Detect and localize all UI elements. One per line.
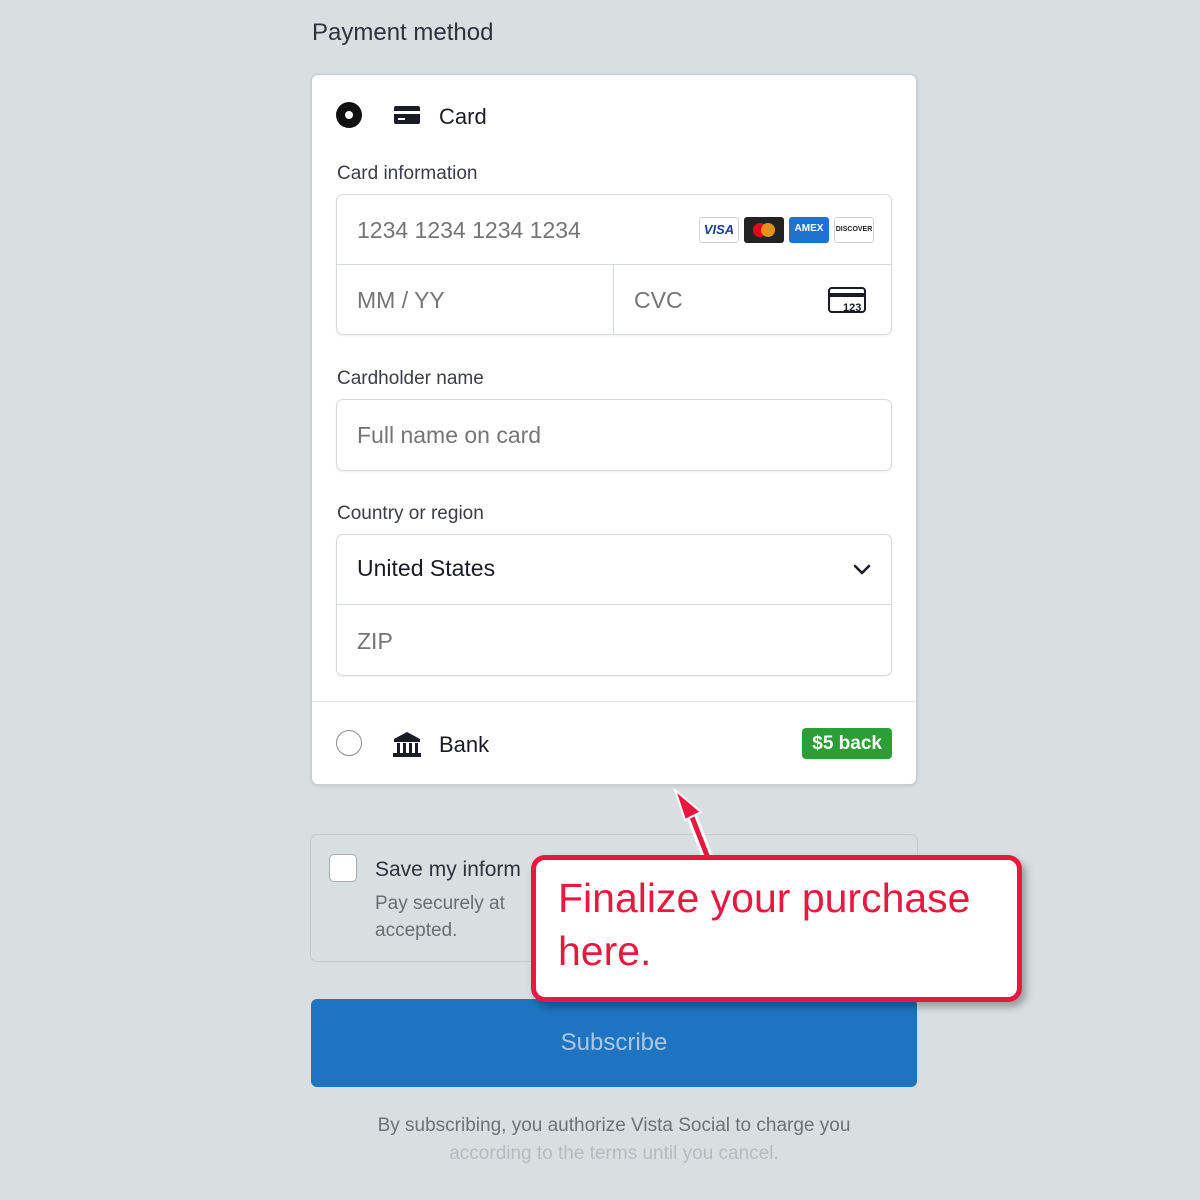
bank-icon	[392, 730, 422, 763]
card-info-label: Card information	[337, 163, 478, 184]
cashback-badge: $5 back	[802, 728, 892, 759]
annotation-callout: Finalize your purchase here.	[531, 855, 1022, 1002]
save-info-checkbox[interactable]	[329, 854, 357, 882]
discover-icon: DISCOVER	[834, 217, 874, 243]
cardholder-name-input[interactable]	[357, 418, 867, 452]
callout-text: Finalize your purchase here.	[558, 875, 971, 974]
payment-method-panel: Card Card information VISA AMEX DISCOVER	[311, 74, 917, 785]
amex-icon: AMEX	[789, 217, 829, 243]
option-divider	[312, 701, 916, 702]
save-info-title: Save my inform	[375, 858, 521, 881]
expiry-input[interactable]	[357, 283, 597, 317]
section-title: Payment method	[312, 19, 494, 46]
country-value: United States	[357, 555, 496, 581]
cardholder-field-box	[336, 399, 892, 471]
chevron-down-icon	[852, 563, 872, 582]
legal-text: By subscribing, you authorize Vista Soci…	[377, 1115, 851, 1164]
card-option-label: Card	[439, 104, 487, 129]
bank-option-label: Bank	[439, 732, 490, 757]
credit-card-icon	[393, 104, 421, 131]
country-group: United States	[336, 534, 892, 676]
country-select[interactable]: United States	[337, 535, 891, 604]
visa-icon: VISA	[699, 217, 739, 243]
card-radio[interactable]	[336, 102, 362, 128]
card-info-group: VISA AMEX DISCOVER 123	[336, 194, 892, 335]
zip-input[interactable]	[357, 624, 867, 658]
cardholder-label: Cardholder name	[337, 368, 484, 389]
subscribe-button[interactable]: Subscribe	[311, 999, 917, 1087]
bank-radio[interactable]	[336, 730, 362, 756]
mastercard-icon	[744, 217, 784, 243]
svg-text:123: 123	[843, 302, 861, 314]
cvc-input[interactable]	[634, 283, 804, 317]
country-label: Country or region	[337, 503, 484, 524]
cvc-card-icon: 123	[828, 287, 868, 320]
card-number-input[interactable]	[357, 213, 687, 247]
